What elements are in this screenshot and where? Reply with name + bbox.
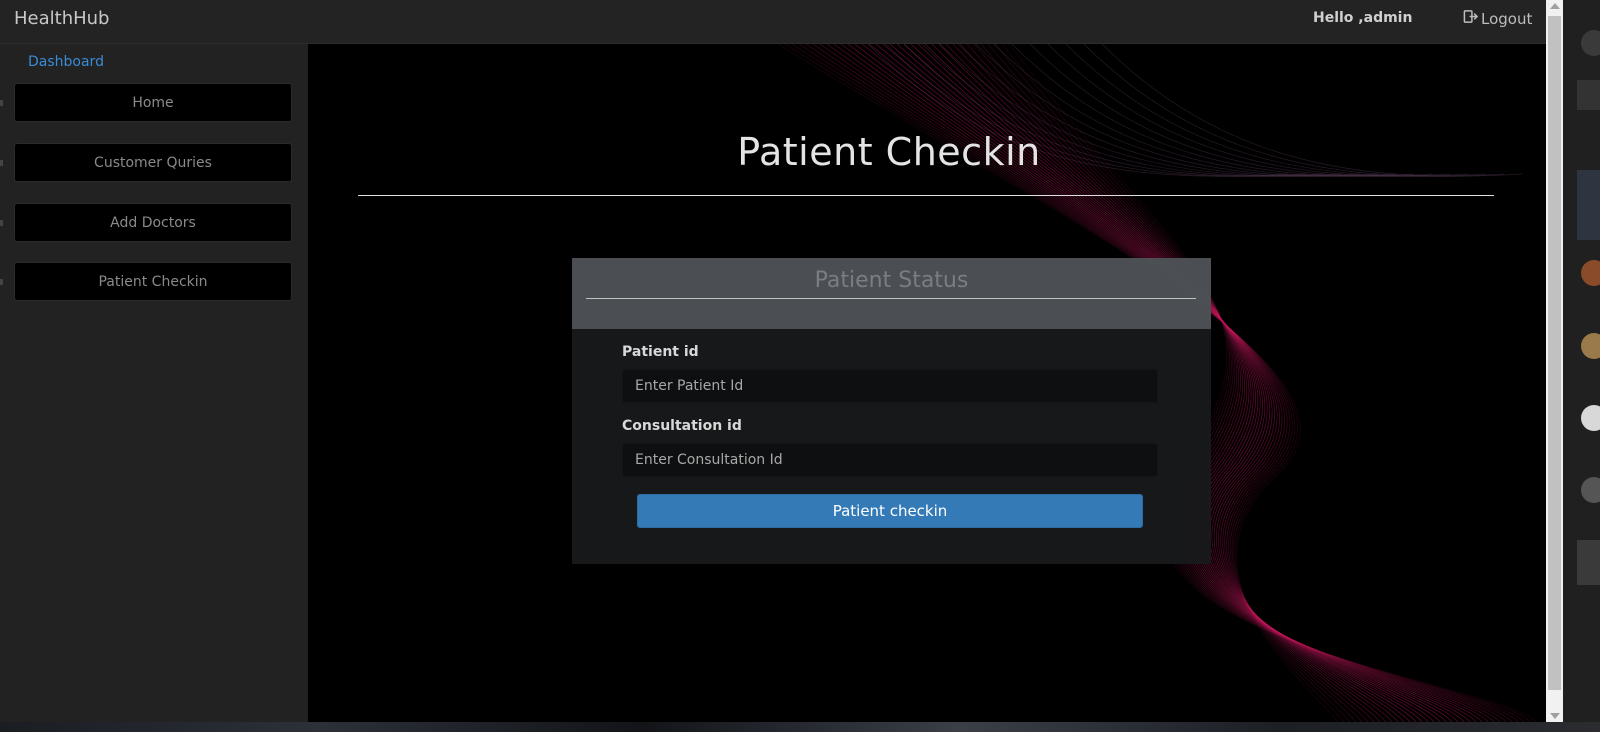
panel-block <box>1577 540 1600 585</box>
adjacent-window-edge <box>1563 0 1600 722</box>
sidebar-marker <box>0 160 3 166</box>
panel-block <box>1577 80 1600 110</box>
avatar <box>1581 333 1600 359</box>
user-greeting: Hello ,admin <box>1313 10 1413 26</box>
panel-block <box>1577 170 1600 240</box>
logout-icon <box>1463 9 1479 28</box>
scroll-thumb[interactable] <box>1548 16 1561 690</box>
sidebar-item-customer-queries[interactable]: Customer Quries <box>14 143 292 182</box>
sidebar-item-home[interactable]: Home <box>14 83 292 122</box>
patient-id-label: Patient id <box>622 344 699 360</box>
title-divider <box>358 195 1494 196</box>
sidebar-marker <box>0 100 3 106</box>
card-title: Patient Status <box>814 268 969 293</box>
top-navbar: HealthHub Hello ,admin Logout <box>0 0 1546 44</box>
sidebar-marker <box>0 279 3 285</box>
sidebar-item-add-doctors[interactable]: Add Doctors <box>14 203 292 242</box>
consultation-id-input[interactable] <box>622 443 1158 477</box>
consultation-id-label: Consultation id <box>622 418 742 434</box>
scroll-down-arrow-icon[interactable] <box>1550 713 1560 719</box>
sidebar-marker <box>0 220 3 226</box>
page-title: Patient Checkin <box>737 130 1041 174</box>
card-divider <box>586 298 1196 299</box>
logout-button[interactable]: Logout <box>1463 9 1532 28</box>
patient-status-card: Patient Status Patient id Consultation i… <box>572 258 1211 564</box>
avatar <box>1581 405 1600 431</box>
avatar <box>1581 30 1600 56</box>
scrollbar[interactable] <box>1546 0 1563 722</box>
scroll-up-arrow-icon[interactable] <box>1550 3 1560 9</box>
patient-checkin-button[interactable]: Patient checkin <box>637 494 1143 528</box>
avatar <box>1581 477 1600 503</box>
desktop-bottom-strip <box>0 722 1600 732</box>
brand-logo[interactable]: HealthHub <box>14 8 109 29</box>
card-header: Patient Status <box>572 258 1211 329</box>
logout-label: Logout <box>1481 9 1533 28</box>
patient-id-input[interactable] <box>622 369 1158 403</box>
sidebar: Dashboard Home Customer Quries Add Docto… <box>0 44 308 722</box>
sidebar-item-patient-checkin[interactable]: Patient Checkin <box>14 262 292 301</box>
main-content: Patient Checkin Patient Status Patient i… <box>308 44 1546 722</box>
dashboard-link[interactable]: Dashboard <box>28 54 104 70</box>
avatar <box>1581 260 1600 286</box>
